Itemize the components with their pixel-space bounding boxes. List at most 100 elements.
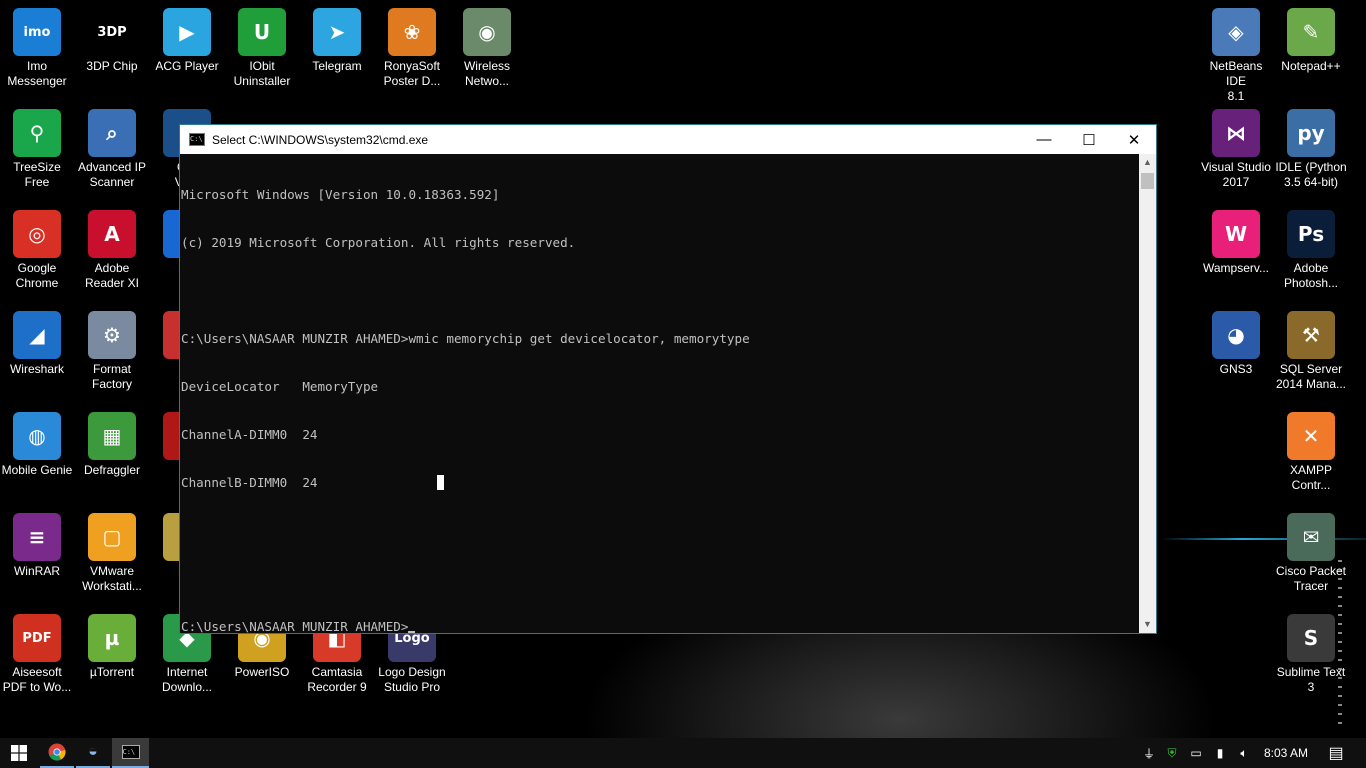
chrome-icon [48, 743, 66, 761]
desktop-icon-label: µTorrent [89, 665, 135, 679]
desktop-icon[interactable]: ⌕ Advanced IP Scanner [75, 109, 149, 190]
desktop-icon[interactable]: ✕ XAMPP Contr... [1274, 412, 1348, 493]
vmware-icon: ▢ [88, 513, 136, 561]
cmd-window[interactable]: C:\ Select C:\WINDOWS\system32\cmd.exe —… [179, 124, 1157, 634]
desktop-icon-label: Telegram [312, 59, 362, 73]
desktop-icon[interactable]: py IDLE (Python 3.5 64-bit) [1274, 109, 1348, 190]
desktop-icon[interactable]: ◉ Wireless Netwo... [450, 8, 524, 89]
desktop-icon[interactable]: ⚒ SQL Server 2014 Mana... [1274, 311, 1348, 392]
desktop-icon[interactable]: S Sublime Text 3 [1274, 614, 1348, 695]
desktop-icon[interactable]: ➤ Telegram [300, 8, 374, 74]
desktop-icon-label: PowerISO [234, 665, 290, 679]
desktop-icon[interactable]: ✎ Notepad++ [1274, 8, 1348, 74]
clock[interactable]: 8:03 AM [1256, 746, 1316, 760]
taskbar-network-app[interactable]: ◒ [76, 738, 110, 768]
wireshark-icon: ◢ [13, 311, 61, 359]
scroll-thumb[interactable] [1141, 173, 1154, 189]
desktop-icon[interactable]: ◈ NetBeans IDE 8.1 [1199, 8, 1273, 104]
console-line: (c) 2019 Microsoft Corporation. All righ… [181, 235, 576, 250]
cisco-packet-tracer-icon: ✉ [1287, 513, 1335, 561]
desktop-icon-label: Format Factory [91, 362, 132, 391]
desktop-icon[interactable]: imo Imo Messenger [0, 8, 74, 89]
desktop-icon-label: SQL Server 2014 Mana... [1275, 362, 1347, 391]
console-line: Microsoft Windows [Version 10.0.18363.59… [181, 187, 500, 202]
scroll-up-icon[interactable]: ▲ [1139, 154, 1156, 171]
close-icon: ✕ [1127, 131, 1141, 149]
start-button[interactable] [0, 738, 38, 768]
desktop-icon[interactable]: ⚙ Format Factory [75, 311, 149, 392]
network-icon: ◒ [88, 743, 98, 760]
maximize-icon: ☐ [1082, 131, 1096, 149]
console-output[interactable]: Microsoft Windows [Version 10.0.18363.59… [180, 154, 1141, 634]
scroll-down-icon[interactable]: ▼ [1139, 616, 1156, 633]
treesize-icon: ⚲ [13, 109, 61, 157]
cmd-title: Select C:\WINDOWS\system32\cmd.exe [212, 132, 429, 147]
chrome-icon: ◎ [13, 210, 61, 258]
desktop-icon-label: RonyaSoft Poster D... [383, 59, 441, 88]
usb-icon[interactable]: ⏚ [1138, 745, 1160, 762]
desktop-icon[interactable]: ▢ VMware Workstati... [75, 513, 149, 594]
desktop-icon[interactable]: PDF Aiseesoft PDF to Wo... [0, 614, 74, 695]
cmd-titlebar[interactable]: C:\ Select C:\WINDOWS\system32\cmd.exe —… [180, 125, 1156, 154]
sublime-text-icon: S [1287, 614, 1335, 662]
sql-server-icon: ⚒ [1287, 311, 1335, 359]
telegram-icon: ➤ [313, 8, 361, 56]
console-line: ChannelA-DIMM0 24 [181, 427, 318, 442]
taskbar-chrome[interactable] [40, 738, 74, 768]
desktop-icon[interactable]: µ µTorrent [75, 614, 149, 680]
desktop-icon-label: Google Chrome [15, 261, 59, 290]
desktop-icon-label: Wireshark [9, 362, 64, 376]
aiseesoft-pdf-icon: PDF [13, 614, 61, 662]
desktop-icon-label: 3DP Chip [86, 59, 138, 73]
minimize-icon: — [1036, 131, 1052, 148]
network-tray-icon[interactable]: ▭ [1184, 746, 1208, 760]
desktop-icon-label: Visual Studio 2017 [1201, 160, 1271, 189]
format-factory-icon: ⚙ [88, 311, 136, 359]
prompt-line: C:\Users\NASAAR MUNZIR AHAMED> [181, 619, 409, 634]
visual-studio-icon: ⋈ [1212, 109, 1260, 157]
desktop-icon[interactable]: ◎ Google Chrome [0, 210, 74, 291]
desktop-icon[interactable]: ◢ Wireshark [0, 311, 74, 377]
security-shield-icon[interactable]: ⛨ [1160, 746, 1184, 761]
desktop-icon-label: Internet Downlo... [161, 665, 213, 694]
desktop-icon-label: Sublime Text 3 [1276, 665, 1346, 694]
desktop-icon[interactable]: A Adobe Reader XI [75, 210, 149, 291]
desktop-icon[interactable]: ◍ Mobile Genie [0, 412, 74, 478]
desktop-icon[interactable]: W Wampserv... [1199, 210, 1273, 276]
desktop-icon-label: IDLE (Python 3.5 64-bit) [1275, 160, 1347, 189]
desktop-icon[interactable]: Ps Adobe Photosh... [1274, 210, 1348, 291]
console-line: DeviceLocator MemoryType [181, 379, 379, 394]
iobit-uninstaller-icon: U [238, 8, 286, 56]
utorrent-icon: µ [88, 614, 136, 662]
desktop-icon[interactable]: ◕ GNS3 [1199, 311, 1273, 377]
desktop-icon[interactable]: ❀ RonyaSoft Poster D... [375, 8, 449, 89]
desktop-icon[interactable]: U IObit Uninstaller [225, 8, 299, 89]
vertical-scrollbar[interactable]: ▲ ▼ [1139, 154, 1156, 633]
desktop-icon[interactable]: ▶ ACG Player [150, 8, 224, 74]
desktop-icon[interactable]: ⚲ TreeSize Free [0, 109, 74, 190]
3dp-chip-icon: 3DP [88, 8, 136, 56]
desktop-icon-label: Logo Design Studio Pro [378, 665, 446, 694]
desktop-icon[interactable]: 3DP 3DP Chip [75, 8, 149, 74]
desktop-icon-label: Cisco Packet Tracer [1275, 564, 1347, 593]
minimize-button[interactable]: — [1021, 125, 1067, 154]
desktop-icon[interactable]: ▦ Defraggler [75, 412, 149, 478]
desktop-icon[interactable]: ⋈ Visual Studio 2017 [1199, 109, 1273, 190]
volume-icon[interactable]: 🔈︎ [1232, 746, 1256, 761]
desktop-icon-label: Aiseesoft PDF to Wo... [2, 665, 72, 694]
power-icon[interactable]: ▮ [1208, 746, 1232, 760]
desktop-icon[interactable]: ✉ Cisco Packet Tracer [1274, 513, 1348, 594]
notifications-icon[interactable]: ▤ [1316, 743, 1356, 763]
desktop-icon[interactable]: ≡ WinRAR [0, 513, 74, 579]
close-button[interactable]: ✕ [1111, 125, 1157, 154]
taskbar-cmd[interactable]: C:\ [112, 738, 149, 768]
desktop-icon-label: Wampserv... [1202, 261, 1269, 275]
winrar-icon: ≡ [13, 513, 61, 561]
maximize-button[interactable]: ☐ [1066, 125, 1112, 154]
taskbar: ◒ C:\ ⏚ ⛨ ▭ ▮ 🔈︎ 8:03 AM ▤ [0, 738, 1366, 768]
windows-start-icon [11, 745, 27, 761]
system-tray: ⏚ ⛨ ▭ ▮ 🔈︎ 8:03 AM ▤ [1138, 738, 1356, 768]
